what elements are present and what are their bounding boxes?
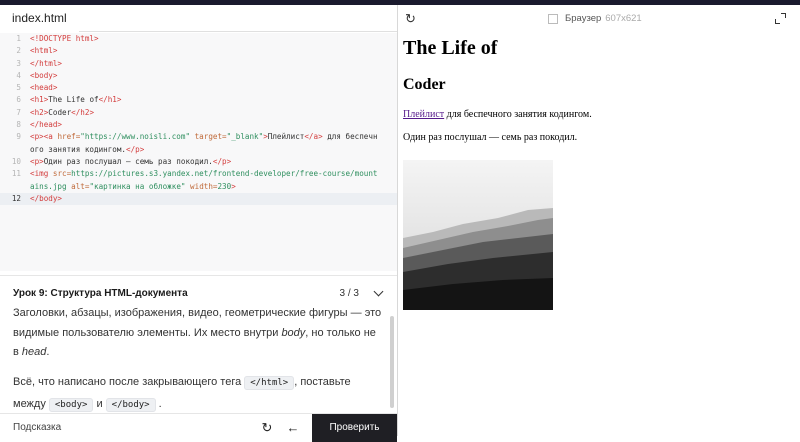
code-text: <h2>Coder</h2>	[30, 107, 95, 117]
code-text: <!DOCTYPE html>	[30, 34, 99, 43]
page-paragraph-1-text: для беспечного занятия кодингом.	[444, 109, 592, 120]
code-line[interactable]: 11 <img src=https://pictures.s3.yandex.ne…	[0, 168, 397, 180]
lesson-progress: 3 / 3	[339, 287, 359, 299]
code-line[interactable]: 10 <p>Один раз послушал — семь раз покоди…	[0, 156, 397, 168]
lesson-scrollbar[interactable]	[390, 316, 394, 408]
line-number: 9	[16, 132, 21, 142]
browser-title-label: Браузер	[565, 13, 602, 24]
line-number: 2	[16, 46, 21, 56]
lesson-text-part: Всё, что написано после закрывающего тег…	[13, 375, 245, 388]
editor-panel: index.html 1 <!DOCTYPE html> 2 <html> 3 </htm…	[0, 5, 398, 442]
check-button[interactable]: Проверить	[312, 413, 397, 442]
browser-window-icon	[548, 13, 558, 24]
code-line[interactable]: 4 <body>	[0, 70, 397, 82]
line-number: 1	[16, 34, 21, 43]
page-paragraph-2: Один раз послушал — семь раз покодил.	[403, 132, 578, 143]
code-text: </head>	[30, 120, 63, 130]
line-number	[0, 144, 30, 156]
page-paragraph-1: Плейлист для беспечного занятия кодингом…	[403, 109, 592, 120]
code-text: <html>	[30, 46, 58, 56]
lesson-title: Урок 9: Структура HTML-документа	[13, 287, 188, 299]
code-line[interactable]: ого занятия кодингом.</p>	[0, 144, 397, 156]
code-line[interactable]: 3 </html>	[0, 58, 397, 70]
code-text: ого занятия кодингом.</p>	[30, 144, 145, 154]
page-heading-2: Coder	[403, 76, 446, 93]
lesson-paragraph-1: Заголовки, абзацы, изображения, видео, г…	[13, 304, 383, 363]
file-tabs: index.html	[0, 5, 397, 32]
line-number: 6	[16, 95, 21, 105]
code-line[interactable]: 6 <h1>The Life of</h1>	[0, 94, 397, 106]
code-text: <img src=https://pictures.s3.yandex.net/…	[30, 169, 378, 179]
code-line[interactable]: 1 <!DOCTYPE html>	[0, 33, 397, 45]
code-text: <h1>The Life of</h1>	[30, 95, 122, 105]
chevron-down-icon[interactable]	[373, 288, 383, 298]
hint-link[interactable]: Подсказка	[0, 422, 254, 433]
browser-size: 607x621	[605, 13, 642, 24]
code-text: ains.jpg alt="картинка на обложке" width…	[30, 181, 236, 191]
code-text: <body>	[30, 70, 58, 80]
rendered-page: The Life of Coder Плейлист для беспечног…	[403, 37, 592, 315]
lesson-text-part: и	[93, 397, 106, 410]
code-line[interactable]: 7 <h2>Coder</h2>	[0, 107, 397, 119]
code-line[interactable]: 9 <p><a href="https://www.noisli.com" tar…	[0, 131, 397, 143]
code-snippet-body-open: <body>	[48, 397, 94, 412]
code-text: <head>	[30, 83, 58, 93]
browser-toolbar: ↻ Браузер 607x621	[398, 5, 800, 32]
lesson-panel: Урок 9: Структура HTML-документа 3 / 3 З…	[0, 275, 397, 413]
page-heading-1: The Life of	[403, 37, 498, 59]
code-line[interactable]: 12 </body>	[0, 192, 397, 206]
code-line[interactable]: 2 <html>	[0, 45, 397, 57]
line-number: 10	[11, 156, 21, 166]
lesson-text-part: .	[46, 346, 50, 358]
line-number: 12	[11, 193, 21, 203]
code-line[interactable]: 8 </head>	[0, 119, 397, 131]
line-number: 8	[16, 120, 21, 130]
reset-icon[interactable]: ↻	[254, 415, 280, 441]
code-line[interactable]: ains.jpg alt="картинка на обложке" width…	[0, 181, 397, 193]
lesson-text-body: body	[281, 326, 306, 339]
expand-icon[interactable]	[775, 13, 786, 24]
line-number	[0, 181, 30, 193]
code-snippet-html-close: </html>	[244, 375, 295, 390]
back-arrow-icon[interactable]: ←	[280, 415, 306, 441]
code-line[interactable]: 5 <head>	[0, 82, 397, 94]
lesson-text-part: .	[155, 397, 162, 410]
line-number: 7	[16, 107, 21, 117]
code-text: <p><a href="https://www.noisli.com" targ…	[30, 132, 378, 142]
action-bar: Подсказка ↻ ← Проверить	[0, 413, 397, 442]
browser-title: Браузер 607x621	[548, 13, 642, 24]
browser-panel: ↻ Браузер 607x621 The Life of Coder Плей…	[398, 5, 800, 436]
tab-index-html[interactable]: index.html	[0, 5, 79, 32]
mountains-image	[403, 160, 553, 310]
line-number: 4	[16, 70, 21, 80]
code-editor[interactable]: 1 <!DOCTYPE html> 2 <html> 3 </html> 4 <body> 5 <…	[0, 33, 397, 271]
code-text: </body>	[30, 193, 63, 203]
line-number: 5	[16, 83, 21, 93]
lesson-header[interactable]: Урок 9: Структура HTML-документа 3 / 3	[13, 285, 383, 301]
code-text: <p>Один раз послушал — семь раз покодил.…	[30, 156, 232, 166]
code-snippet-body-close: </body>	[105, 397, 156, 412]
lesson-paragraph-2: Всё, что написано после закрывающего тег…	[13, 372, 383, 416]
playlist-link[interactable]: Плейлист	[403, 109, 444, 120]
code-text: </html>	[30, 58, 63, 68]
line-number: 3	[16, 58, 21, 68]
reload-icon[interactable]: ↻	[405, 11, 416, 27]
lesson-text-head: head	[21, 346, 47, 358]
line-number: 11	[11, 169, 21, 179]
